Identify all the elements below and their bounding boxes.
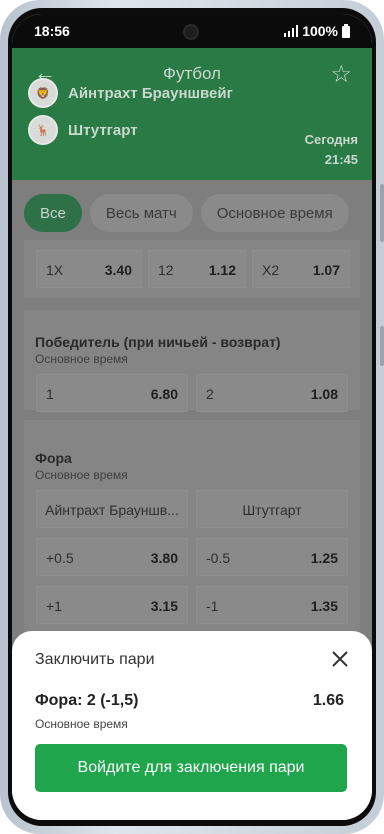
double-chance-card: 1X 3.40 12 1.12 X2 1.07 — [24, 240, 360, 298]
odd-label: 2 — [206, 386, 214, 402]
odd-cell-12[interactable]: 12 1.12 — [148, 250, 246, 288]
status-time: 18:56 — [34, 23, 70, 39]
odd-label: X2 — [262, 262, 280, 278]
close-icon[interactable] — [326, 645, 354, 673]
away-team: 🦌 Штутгарт — [28, 115, 138, 145]
login-to-bet-button[interactable]: Войдите для заключения пари — [35, 744, 347, 792]
odd-value: 3.40 — [104, 262, 132, 278]
home-team-logo-icon: 🦁 — [28, 78, 58, 108]
odd-cell-x2[interactable]: X2 1.07 — [252, 250, 350, 288]
odd-cell-handicap-away[interactable]: -0.5 1.25 — [196, 538, 348, 576]
section-subtitle: Основное время — [35, 352, 128, 366]
odd-value: 1.25 — [310, 550, 338, 566]
match-date-label: Сегодня — [304, 132, 358, 147]
odd-label: +1 — [46, 598, 62, 614]
column-header: Айнтрахт Брауншв... — [45, 502, 179, 518]
phone-side-button — [380, 326, 384, 366]
filter-chip-regular-time[interactable]: Основное время — [200, 194, 349, 232]
screen: 18:56 100% ← Футбол ☆ 🦁 Айнтрахт Брауншв… — [12, 14, 372, 820]
favorite-star-icon[interactable]: ☆ — [330, 60, 352, 89]
filter-chip-full-match[interactable]: Весь матч — [89, 194, 193, 232]
home-team: 🦁 Айнтрахт Брауншвейг — [28, 78, 233, 108]
sheet-title: Заключить пари — [35, 651, 155, 668]
status-right: 100% — [284, 23, 350, 39]
status-bar: 18:56 100% — [12, 14, 372, 48]
battery-icon — [342, 24, 350, 38]
away-team-logo-icon: 🦌 — [28, 115, 58, 145]
column-header: Штутгарт — [242, 502, 302, 518]
match-header: ← Футбол ☆ 🦁 Айнтрахт Брауншвейг 🦌 Штутг… — [12, 48, 372, 180]
bet-subtitle: Основное время — [35, 717, 128, 731]
odd-label: 1 — [46, 386, 54, 402]
odd-label: -0.5 — [206, 550, 231, 566]
handicap-card: Фора Основное время Айнтрахт Брауншв... … — [24, 420, 360, 672]
odd-value: 1.12 — [208, 262, 236, 278]
odd-label: 12 — [158, 262, 174, 278]
phone-side-button — [380, 184, 384, 242]
battery-percent: 100% — [302, 23, 338, 39]
odd-cell-1x[interactable]: 1X 3.40 — [36, 250, 142, 288]
filter-chip-all[interactable]: Все — [24, 194, 82, 232]
front-camera — [183, 24, 199, 40]
odd-value: 6.80 — [150, 386, 178, 402]
section-subtitle: Основное время — [35, 468, 128, 482]
odd-value: 1.35 — [310, 598, 338, 614]
odd-cell-draw-no-bet-1[interactable]: 1 6.80 — [36, 374, 188, 412]
home-team-name: Айнтрахт Брауншвейг — [68, 84, 233, 102]
bet-slip-sheet: Заключить пари Фора: 2 (-1,5) 1.66 Основ… — [12, 631, 372, 820]
handicap-away-header: Штутгарт — [196, 490, 348, 528]
handicap-home-header: Айнтрахт Брауншв... — [36, 490, 188, 528]
odd-value: 1.07 — [312, 262, 340, 278]
odd-value: 1.08 — [310, 386, 338, 402]
bet-odd: 1.66 — [312, 692, 344, 709]
odd-label: 1X — [46, 262, 64, 278]
filter-chips: Все Весь матч Основное время — [24, 194, 349, 232]
match-time: Сегодня 21:45 — [305, 130, 358, 170]
odd-cell-handicap-home[interactable]: +0.5 3.80 — [36, 538, 188, 576]
odd-cell-handicap-away[interactable]: -1 1.35 — [196, 586, 348, 624]
section-title: Победитель (при ничьей - возврат) — [35, 334, 281, 350]
match-time-label: 21:45 — [324, 152, 358, 167]
section-title: Фора — [35, 450, 72, 466]
odd-value: 3.80 — [150, 550, 178, 566]
odd-cell-handicap-home[interactable]: +1 3.15 — [36, 586, 188, 624]
signal-icon — [284, 25, 299, 37]
odd-cell-draw-no-bet-2[interactable]: 2 1.08 — [196, 374, 348, 412]
odd-label: +0.5 — [46, 550, 74, 566]
odd-value: 3.15 — [150, 598, 178, 614]
bet-label: Фора: 2 (-1,5) — [35, 692, 139, 709]
draw-no-bet-card: Победитель (при ничьей - возврат) Основн… — [24, 310, 360, 412]
away-team-name: Штутгарт — [68, 121, 138, 139]
odd-label: -1 — [206, 598, 219, 614]
